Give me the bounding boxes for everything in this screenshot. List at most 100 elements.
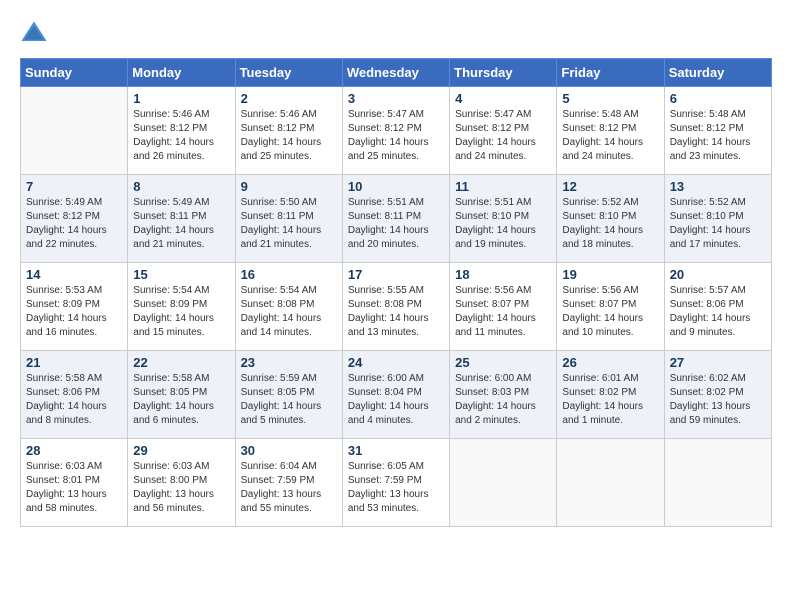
day-number: 9 xyxy=(241,179,337,194)
day-info: Sunrise: 5:46 AM Sunset: 8:12 PM Dayligh… xyxy=(241,108,337,164)
day-info: Sunrise: 6:00 AM Sunset: 8:04 PM Dayligh… xyxy=(348,372,444,428)
day-number: 20 xyxy=(670,267,766,282)
calendar-cell: 4 Sunrise: 5:47 AM Sunset: 8:12 PM Daylig… xyxy=(450,87,557,175)
day-info: Sunrise: 5:56 AM Sunset: 8:07 PM Dayligh… xyxy=(455,284,551,340)
day-info: Sunrise: 6:05 AM Sunset: 7:59 PM Dayligh… xyxy=(348,460,444,516)
day-info: Sunrise: 5:54 AM Sunset: 8:09 PM Dayligh… xyxy=(133,284,229,340)
day-info: Sunrise: 6:02 AM Sunset: 8:02 PM Dayligh… xyxy=(670,372,766,428)
day-info: Sunrise: 5:51 AM Sunset: 8:10 PM Dayligh… xyxy=(455,196,551,252)
day-info: Sunrise: 5:51 AM Sunset: 8:11 PM Dayligh… xyxy=(348,196,444,252)
day-number: 29 xyxy=(133,443,229,458)
day-number: 22 xyxy=(133,355,229,370)
header-sunday: Sunday xyxy=(21,59,128,87)
day-info: Sunrise: 5:48 AM Sunset: 8:12 PM Dayligh… xyxy=(562,108,658,164)
calendar-cell: 24 Sunrise: 6:00 AM Sunset: 8:04 PM Dayli… xyxy=(342,351,449,439)
day-info: Sunrise: 5:47 AM Sunset: 8:12 PM Dayligh… xyxy=(348,108,444,164)
day-number: 30 xyxy=(241,443,337,458)
week-row-2: 7 Sunrise: 5:49 AM Sunset: 8:12 PM Daylig… xyxy=(21,175,772,263)
calendar-cell: 14 Sunrise: 5:53 AM Sunset: 8:09 PM Dayli… xyxy=(21,263,128,351)
logo-icon xyxy=(20,20,48,48)
day-info: Sunrise: 6:03 AM Sunset: 8:01 PM Dayligh… xyxy=(26,460,122,516)
calendar-cell: 28 Sunrise: 6:03 AM Sunset: 8:01 PM Dayli… xyxy=(21,439,128,527)
day-number: 5 xyxy=(562,91,658,106)
page-header xyxy=(20,20,772,48)
header-saturday: Saturday xyxy=(664,59,771,87)
calendar-cell: 15 Sunrise: 5:54 AM Sunset: 8:09 PM Dayli… xyxy=(128,263,235,351)
calendar-cell xyxy=(664,439,771,527)
header-thursday: Thursday xyxy=(450,59,557,87)
day-info: Sunrise: 6:00 AM Sunset: 8:03 PM Dayligh… xyxy=(455,372,551,428)
calendar-cell: 29 Sunrise: 6:03 AM Sunset: 8:00 PM Dayli… xyxy=(128,439,235,527)
day-number: 14 xyxy=(26,267,122,282)
calendar-cell: 3 Sunrise: 5:47 AM Sunset: 8:12 PM Daylig… xyxy=(342,87,449,175)
calendar-cell: 1Sunrise: 5:46 AM Sunset: 8:12 PM Daylig… xyxy=(128,87,235,175)
day-number: 12 xyxy=(562,179,658,194)
calendar-cell: 12 Sunrise: 5:52 AM Sunset: 8:10 PM Dayli… xyxy=(557,175,664,263)
day-number: 21 xyxy=(26,355,122,370)
day-number: 8 xyxy=(133,179,229,194)
day-number: 25 xyxy=(455,355,551,370)
day-number: 28 xyxy=(26,443,122,458)
day-number: 27 xyxy=(670,355,766,370)
day-info: Sunrise: 5:58 AM Sunset: 8:06 PM Dayligh… xyxy=(26,372,122,428)
logo xyxy=(20,20,52,48)
day-info: Sunrise: 6:03 AM Sunset: 8:00 PM Dayligh… xyxy=(133,460,229,516)
header-wednesday: Wednesday xyxy=(342,59,449,87)
calendar-cell: 8 Sunrise: 5:49 AM Sunset: 8:11 PM Daylig… xyxy=(128,175,235,263)
day-number: 10 xyxy=(348,179,444,194)
calendar-cell: 7 Sunrise: 5:49 AM Sunset: 8:12 PM Daylig… xyxy=(21,175,128,263)
day-info: Sunrise: 5:49 AM Sunset: 8:11 PM Dayligh… xyxy=(133,196,229,252)
day-info: Sunrise: 6:04 AM Sunset: 7:59 PM Dayligh… xyxy=(241,460,337,516)
day-number: 3 xyxy=(348,91,444,106)
day-number: 23 xyxy=(241,355,337,370)
day-info: Sunrise: 5:48 AM Sunset: 8:12 PM Dayligh… xyxy=(670,108,766,164)
calendar-cell: 10 Sunrise: 5:51 AM Sunset: 8:11 PM Dayli… xyxy=(342,175,449,263)
week-row-4: 21 Sunrise: 5:58 AM Sunset: 8:06 PM Dayli… xyxy=(21,351,772,439)
calendar-cell: 19 Sunrise: 5:56 AM Sunset: 8:07 PM Dayli… xyxy=(557,263,664,351)
day-number: 11 xyxy=(455,179,551,194)
day-info: Sunrise: 5:49 AM Sunset: 8:12 PM Dayligh… xyxy=(26,196,122,252)
week-row-1: 1Sunrise: 5:46 AM Sunset: 8:12 PM Daylig… xyxy=(21,87,772,175)
header-friday: Friday xyxy=(557,59,664,87)
day-info: Sunrise: 5:56 AM Sunset: 8:07 PM Dayligh… xyxy=(562,284,658,340)
day-info: Sunrise: 5:54 AM Sunset: 8:08 PM Dayligh… xyxy=(241,284,337,340)
day-info: Sunrise: 5:53 AM Sunset: 8:09 PM Dayligh… xyxy=(26,284,122,340)
calendar-table: SundayMondayTuesdayWednesdayThursdayFrid… xyxy=(20,58,772,527)
day-info: Sunrise: 5:57 AM Sunset: 8:06 PM Dayligh… xyxy=(670,284,766,340)
day-number: 26 xyxy=(562,355,658,370)
day-number: 19 xyxy=(562,267,658,282)
day-info: Sunrise: 5:55 AM Sunset: 8:08 PM Dayligh… xyxy=(348,284,444,340)
week-row-3: 14 Sunrise: 5:53 AM Sunset: 8:09 PM Dayli… xyxy=(21,263,772,351)
week-row-5: 28 Sunrise: 6:03 AM Sunset: 8:01 PM Dayli… xyxy=(21,439,772,527)
day-info: Sunrise: 5:52 AM Sunset: 8:10 PM Dayligh… xyxy=(670,196,766,252)
day-number: 7 xyxy=(26,179,122,194)
day-info: Sunrise: 5:50 AM Sunset: 8:11 PM Dayligh… xyxy=(241,196,337,252)
day-info: Sunrise: 5:59 AM Sunset: 8:05 PM Dayligh… xyxy=(241,372,337,428)
day-info: Sunrise: 5:58 AM Sunset: 8:05 PM Dayligh… xyxy=(133,372,229,428)
day-info: Sunrise: 5:47 AM Sunset: 8:12 PM Dayligh… xyxy=(455,108,551,164)
calendar-cell: 27 Sunrise: 6:02 AM Sunset: 8:02 PM Dayli… xyxy=(664,351,771,439)
day-number: 17 xyxy=(348,267,444,282)
calendar-cell: 20 Sunrise: 5:57 AM Sunset: 8:06 PM Dayli… xyxy=(664,263,771,351)
calendar-cell: 11 Sunrise: 5:51 AM Sunset: 8:10 PM Dayli… xyxy=(450,175,557,263)
header-monday: Monday xyxy=(128,59,235,87)
calendar-cell xyxy=(557,439,664,527)
day-number: 15 xyxy=(133,267,229,282)
calendar-cell: 9 Sunrise: 5:50 AM Sunset: 8:11 PM Daylig… xyxy=(235,175,342,263)
calendar-cell: 16Sunrise: 5:54 AM Sunset: 8:08 PM Dayli… xyxy=(235,263,342,351)
day-number: 13 xyxy=(670,179,766,194)
calendar-cell xyxy=(450,439,557,527)
calendar-cell: 25 Sunrise: 6:00 AM Sunset: 8:03 PM Dayli… xyxy=(450,351,557,439)
day-info: Sunrise: 5:46 AM Sunset: 8:12 PM Dayligh… xyxy=(133,108,229,164)
day-info: Sunrise: 5:52 AM Sunset: 8:10 PM Dayligh… xyxy=(562,196,658,252)
calendar-cell: 30 Sunrise: 6:04 AM Sunset: 7:59 PM Dayli… xyxy=(235,439,342,527)
header-tuesday: Tuesday xyxy=(235,59,342,87)
day-number: 24 xyxy=(348,355,444,370)
day-number: 4 xyxy=(455,91,551,106)
day-number: 18 xyxy=(455,267,551,282)
day-number: 2 xyxy=(241,91,337,106)
calendar-cell: 13 Sunrise: 5:52 AM Sunset: 8:10 PM Dayli… xyxy=(664,175,771,263)
day-info: Sunrise: 6:01 AM Sunset: 8:02 PM Dayligh… xyxy=(562,372,658,428)
calendar-cell: 31Sunrise: 6:05 AM Sunset: 7:59 PM Dayli… xyxy=(342,439,449,527)
day-number: 6 xyxy=(670,91,766,106)
